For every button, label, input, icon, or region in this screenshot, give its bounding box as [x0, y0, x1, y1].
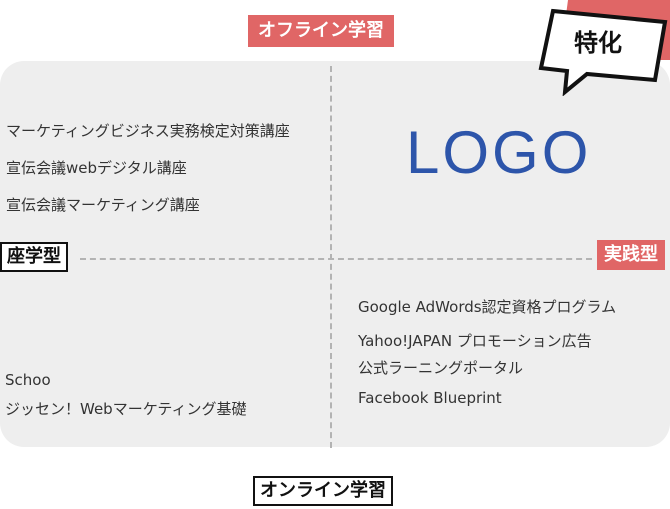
list-item: 公式ラーニングポータル [358, 359, 524, 377]
list-item: Schoo [5, 371, 51, 389]
list-item: 宣伝会議マーケティング講座 [6, 196, 200, 214]
list-item: 宣伝会議webデジタル講座 [6, 159, 187, 177]
vertical-axis-line [330, 66, 332, 448]
axis-label-bottom: オンライン学習 [253, 476, 393, 506]
list-item: ジッセン！Webマーケティング基礎 [5, 400, 247, 418]
list-item: Google AdWords認定資格プログラム [358, 298, 617, 316]
list-item: Yahoo!JAPAN プロモーション広告 [358, 332, 592, 350]
axis-label-left: 座学型 [0, 242, 68, 272]
badge-label: 特化 [574, 29, 622, 57]
horizontal-axis-line [80, 258, 592, 260]
list-item: マーケティングビジネス実務検定対策講座 [6, 122, 290, 140]
axis-label-right: 実践型 [597, 240, 665, 270]
list-item: Facebook Blueprint [358, 389, 502, 407]
axis-label-top: オフライン学習 [248, 15, 394, 47]
logo: LOGO [406, 119, 592, 186]
